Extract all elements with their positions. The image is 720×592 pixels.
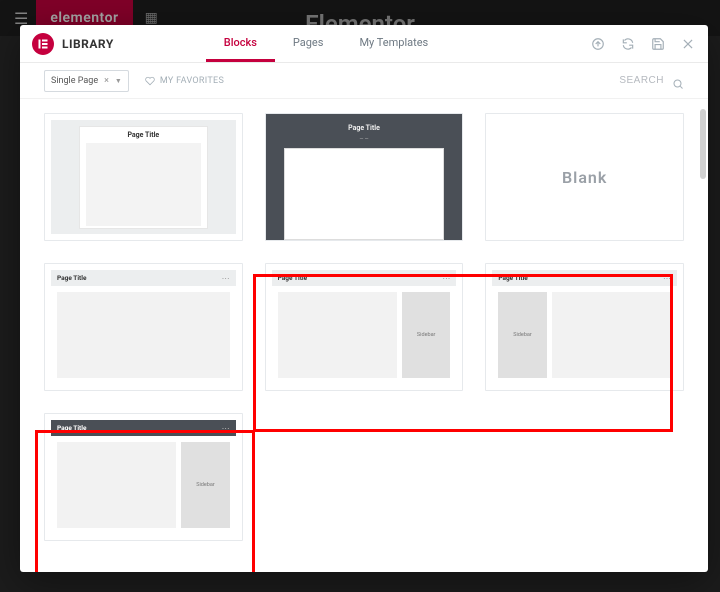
template-card[interactable]: PRO Page Title — — (265, 113, 464, 241)
clear-category-icon[interactable]: × (104, 76, 109, 86)
search-input[interactable] (554, 75, 664, 86)
template-card[interactable]: PRO Page Title (44, 113, 243, 241)
template-thumb: Page Title ⋯ (51, 270, 236, 384)
template-card[interactable]: PRO Page Title ⋯ Sidebar (485, 263, 684, 391)
modal-title: LIBRARY (62, 37, 114, 51)
template-thumb: Blank (492, 120, 677, 234)
tab-blocks[interactable]: Blocks (206, 25, 275, 62)
template-card[interactable]: PRO Page Title ⋯ Sidebar (265, 263, 464, 391)
template-card[interactable]: PRO Page Title ⋯ (44, 263, 243, 391)
library-modal: LIBRARY Blocks Pages My Templates Single… (20, 25, 708, 572)
scrollbar[interactable] (700, 109, 706, 554)
favorites-toggle[interactable]: MY FAVORITES (145, 76, 224, 86)
favorites-label: MY FAVORITES (160, 76, 224, 86)
tabs: Blocks Pages My Templates (206, 25, 446, 62)
search-icon[interactable] (672, 75, 684, 87)
thumb-title: Blank (562, 168, 607, 187)
search-wrap (554, 75, 684, 87)
chevron-down-icon: ▼ (115, 77, 122, 85)
modal-header: LIBRARY Blocks Pages My Templates (20, 25, 708, 63)
thumb-title: Page Title (57, 424, 86, 432)
upload-icon[interactable] (590, 36, 606, 52)
sidebar-label: Sidebar (513, 332, 532, 338)
tab-my-templates[interactable]: My Templates (341, 25, 446, 62)
save-icon[interactable] (650, 36, 666, 52)
thumb-title: Page Title (278, 274, 307, 282)
close-icon[interactable] (680, 36, 696, 52)
template-thumb: Page Title ⋯ Sidebar (492, 270, 677, 384)
library-body: PRO Page Title PRO Page Title — — (20, 99, 708, 572)
template-thumb: Page Title ⋯ Sidebar (272, 270, 457, 384)
sidebar-label: Sidebar (196, 482, 215, 488)
template-card[interactable]: PRO Page Title ⋯ Sidebar (44, 413, 243, 541)
template-grid: PRO Page Title PRO Page Title — — (44, 113, 684, 541)
tab-pages[interactable]: Pages (275, 25, 342, 62)
modal-title-group: LIBRARY (20, 25, 126, 62)
template-thumb: Page Title (51, 120, 236, 234)
template-card[interactable]: PRO Blank (485, 113, 684, 241)
thumb-title: Page Title (80, 127, 207, 141)
category-select[interactable]: Single Page × ▼ (44, 70, 129, 92)
thumb-title: Page Title (266, 114, 463, 138)
header-actions (590, 25, 708, 62)
elementor-logo-icon (32, 33, 54, 55)
sync-icon[interactable] (620, 36, 636, 52)
thumb-title: Page Title (498, 274, 527, 282)
modal-subheader: Single Page × ▼ MY FAVORITES (20, 63, 708, 99)
template-thumb: Page Title ⋯ Sidebar (51, 420, 236, 534)
category-selected: Single Page (51, 76, 98, 86)
sidebar-label: Sidebar (417, 332, 436, 338)
thumb-title: Page Title (57, 274, 86, 282)
template-thumb: Page Title — — (266, 114, 463, 240)
